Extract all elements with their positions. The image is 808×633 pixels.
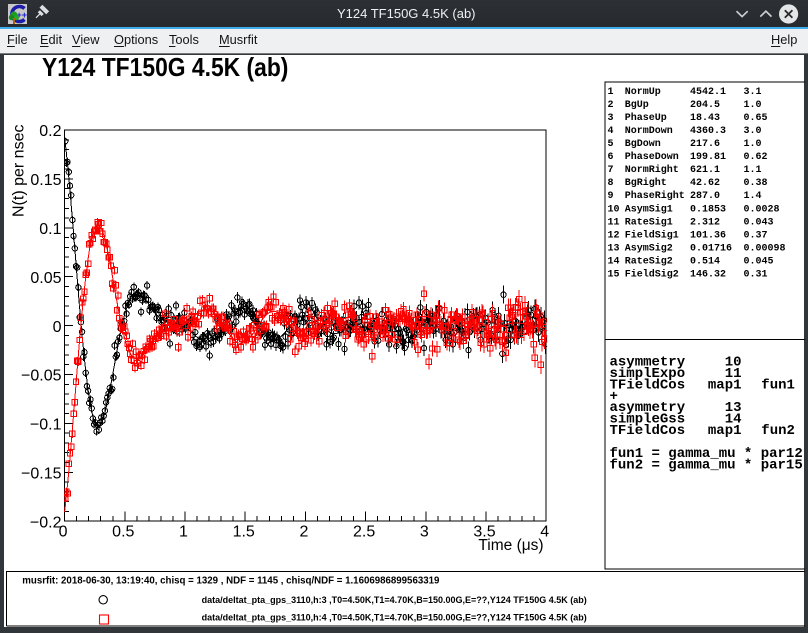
svg-text:NormDown: NormDown	[625, 126, 673, 137]
svg-text:0.1853: 0.1853	[690, 204, 726, 215]
svg-text:NormUp: NormUp	[625, 87, 661, 98]
svg-text:0.045: 0.045	[744, 256, 774, 267]
svg-text:0.0028: 0.0028	[744, 204, 780, 215]
svg-text:14: 14	[608, 256, 620, 267]
svg-text:146.32: 146.32	[690, 269, 726, 280]
svg-text:1: 1	[179, 523, 188, 540]
svg-text:42.62: 42.62	[690, 178, 720, 189]
svg-text:0: 0	[53, 319, 62, 336]
svg-text:BgUp: BgUp	[625, 100, 649, 111]
svg-text:fun2 = gamma_mu * par15: fun2 = gamma_mu * par15	[610, 457, 803, 473]
svg-text:PhaseRight: PhaseRight	[625, 190, 685, 202]
svg-text:map1: map1	[708, 377, 742, 393]
svg-text:BgDown: BgDown	[625, 139, 661, 150]
svg-text:N(t) per nsec: N(t) per nsec	[11, 125, 28, 217]
svg-text:0.043: 0.043	[744, 217, 774, 228]
svg-text:3: 3	[420, 523, 429, 540]
svg-text:199.81: 199.81	[690, 152, 726, 163]
svg-text:TFieldCos: TFieldCos	[610, 377, 686, 393]
svg-text:Time (μs): Time (μs)	[478, 537, 543, 554]
svg-text:fun2: fun2	[761, 423, 795, 439]
svg-text:3: 3	[608, 113, 614, 124]
svg-text:0.00098: 0.00098	[744, 243, 786, 254]
svg-text:9: 9	[608, 191, 614, 202]
svg-text:287.0: 287.0	[690, 191, 720, 202]
svg-text:AsymSig1: AsymSig1	[625, 203, 673, 215]
svg-text:RateSig1: RateSig1	[625, 216, 673, 228]
svg-text:621.1: 621.1	[690, 165, 720, 176]
svg-text:fun1: fun1	[761, 377, 795, 393]
svg-text:RateSig2: RateSig2	[625, 255, 673, 267]
svg-text:FieldSig2: FieldSig2	[625, 268, 679, 280]
svg-text:0.05: 0.05	[30, 270, 61, 287]
svg-text:7: 7	[608, 165, 614, 176]
svg-text:12: 12	[608, 230, 620, 241]
svg-text:1.0: 1.0	[744, 100, 762, 111]
svg-text:−0.05: −0.05	[21, 368, 62, 385]
svg-text:0.65: 0.65	[744, 113, 768, 124]
svg-text:4: 4	[608, 126, 614, 137]
svg-text:−0.1: −0.1	[30, 417, 62, 434]
svg-text:2: 2	[299, 523, 308, 540]
svg-text:2: 2	[608, 100, 614, 111]
svg-text:AsymSig2: AsymSig2	[625, 242, 673, 254]
svg-text:data/deltat_pta_gps_3110,h:4 ,: data/deltat_pta_gps_3110,h:4 ,T0=4.50K,T…	[202, 613, 587, 623]
svg-text:0.2: 0.2	[39, 123, 61, 140]
svg-text:1.0: 1.0	[744, 139, 762, 150]
svg-text:5: 5	[608, 139, 614, 150]
svg-text:3.0: 3.0	[744, 126, 762, 137]
svg-text:13: 13	[608, 243, 620, 254]
svg-text:map1: map1	[708, 423, 742, 439]
svg-text:0.1: 0.1	[39, 221, 61, 238]
svg-text:0.5: 0.5	[112, 523, 134, 540]
svg-text:4542.1: 4542.1	[690, 87, 726, 98]
svg-text:1.5: 1.5	[233, 523, 255, 540]
svg-text:BgRight: BgRight	[625, 177, 667, 189]
svg-text:2.312: 2.312	[690, 217, 720, 228]
svg-text:musrfit: 2018-06-30, 13:19:40,: musrfit: 2018-06-30, 13:19:40, chisq = 1…	[22, 576, 440, 587]
svg-text:18.43: 18.43	[690, 113, 720, 124]
svg-text:−0.2: −0.2	[30, 514, 62, 531]
svg-text:204.5: 204.5	[690, 100, 720, 111]
svg-text:−0.15: −0.15	[21, 466, 62, 483]
svg-text:217.6: 217.6	[690, 139, 720, 150]
svg-text:1.1: 1.1	[744, 165, 762, 176]
svg-text:0.514: 0.514	[690, 256, 720, 267]
svg-text:PhaseUp: PhaseUp	[625, 112, 667, 124]
svg-text:4360.3: 4360.3	[690, 126, 726, 137]
svg-text:0.37: 0.37	[744, 230, 768, 241]
svg-text:PhaseDown: PhaseDown	[625, 151, 679, 163]
svg-text:1.4: 1.4	[744, 191, 762, 202]
svg-text:11: 11	[608, 217, 620, 228]
svg-text:8: 8	[608, 178, 614, 189]
svg-text:10: 10	[608, 204, 620, 215]
svg-text:3.1: 3.1	[744, 87, 762, 98]
svg-text:1: 1	[608, 87, 614, 98]
svg-text:data/deltat_pta_gps_3110,h:3 ,: data/deltat_pta_gps_3110,h:3 ,T0=4.50K,T…	[202, 595, 587, 605]
svg-text:NormRight: NormRight	[625, 164, 679, 176]
svg-text:6: 6	[608, 152, 614, 163]
svg-text:0.38: 0.38	[744, 178, 768, 189]
svg-text:0.31: 0.31	[744, 269, 768, 280]
svg-text:TFieldCos: TFieldCos	[610, 423, 686, 439]
svg-text:0.62: 0.62	[744, 152, 768, 163]
svg-text:0.01716: 0.01716	[690, 243, 732, 254]
svg-text:101.36: 101.36	[690, 230, 726, 241]
svg-text:0.15: 0.15	[30, 172, 61, 189]
svg-text:15: 15	[608, 269, 620, 280]
svg-text:2.5: 2.5	[353, 523, 375, 540]
svg-text:FieldSig1: FieldSig1	[625, 229, 679, 241]
